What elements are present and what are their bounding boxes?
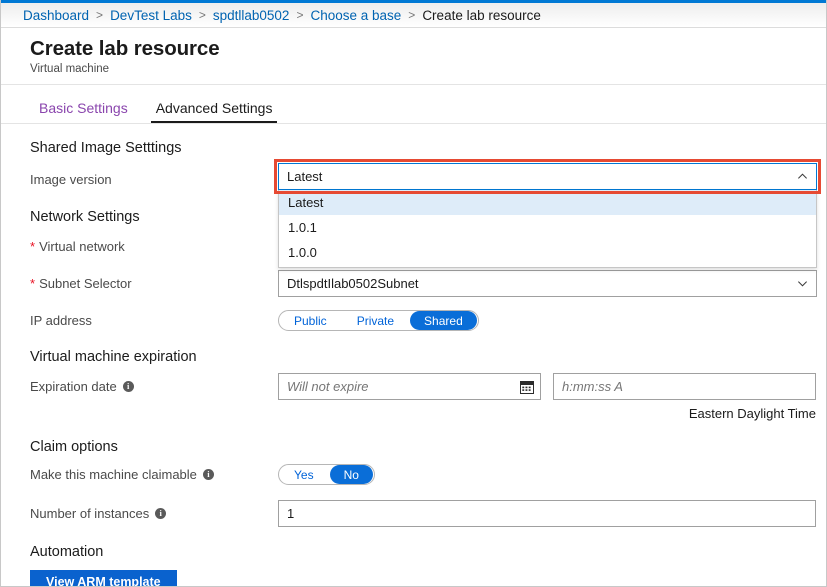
timezone-note: Eastern Daylight Time	[688, 406, 816, 422]
info-icon[interactable]: i	[202, 469, 214, 481]
section-heading-expiration: Virtual machine expiration	[30, 349, 197, 366]
field-row-ip-address: IP address Public Private Shared	[1, 309, 826, 332]
label-text-expiration-date: Expiration date	[30, 379, 117, 395]
image-version-select[interactable]: Latest	[278, 163, 817, 190]
ip-option-private[interactable]: Private	[343, 311, 408, 330]
label-text-claimable: Make this machine claimable	[30, 467, 197, 483]
label-ip-address: IP address	[30, 313, 92, 329]
view-arm-template-button[interactable]: View ARM template	[30, 570, 177, 586]
image-version-option-list: Latest 1.0.1 1.0.0	[278, 190, 817, 268]
breadcrumb-item-lab[interactable]: spdtllab0502	[213, 8, 290, 23]
expiration-date-control: Will not expire	[278, 373, 541, 401]
label-virtual-network: * Virtual network	[30, 239, 278, 254]
tab-bar: Basic Settings Advanced Settings	[1, 85, 826, 125]
section-heading-shared-image: Shared Image Setttings	[30, 140, 182, 157]
automation-actions: View ARM template	[1, 570, 826, 586]
field-row-expiration-date: Expiration date i Will not expire h:mm:s…	[1, 373, 826, 401]
label-text-subnet-selector: Subnet Selector	[39, 276, 132, 292]
label-claimable: Make this machine claimable i	[30, 467, 278, 482]
breadcrumb-separator: >	[408, 8, 416, 22]
image-version-option-latest[interactable]: Latest	[279, 190, 816, 215]
instances-input[interactable]: 1	[278, 500, 816, 528]
info-icon[interactable]: i	[122, 381, 134, 393]
page-header: Create lab resource Virtual machine	[1, 28, 826, 86]
label-subnet-selector: * Subnet Selector	[30, 276, 278, 291]
field-row-claimable: Make this machine claimable i Yes No	[1, 463, 826, 486]
expiration-time-control: h:mm:ss A	[553, 373, 816, 401]
label-text-instances: Number of instances	[30, 506, 150, 522]
claimable-option-no[interactable]: No	[329, 465, 373, 485]
breadcrumb-separator: >	[96, 8, 104, 22]
breadcrumb-item-dashboard[interactable]: Dashboard	[23, 8, 89, 23]
claimable-option-yes[interactable]: Yes	[280, 465, 328, 484]
breadcrumb-separator: >	[296, 8, 304, 22]
label-expiration-date: Expiration date i	[30, 379, 278, 394]
expiration-date-input[interactable]: Will not expire	[278, 373, 541, 401]
label-instances: Number of instances i	[30, 506, 278, 521]
breadcrumb: Dashboard > DevTest Labs > spdtllab0502 …	[1, 0, 826, 28]
label-text-virtual-network: Virtual network	[39, 239, 125, 255]
required-marker: *	[30, 239, 36, 255]
instances-control: 1	[278, 500, 816, 528]
expiration-time-input[interactable]: h:mm:ss A	[553, 373, 816, 401]
ip-option-shared[interactable]: Shared	[410, 311, 477, 331]
field-row-subnet-selector: * Subnet Selector DtlspdtIlab0502Subnet	[1, 270, 826, 298]
breadcrumb-item-choose-a-base[interactable]: Choose a base	[310, 8, 401, 23]
chevron-up-icon	[798, 173, 807, 179]
ip-option-public[interactable]: Public	[280, 311, 341, 330]
section-heading-claim-options: Claim options	[30, 439, 118, 456]
calendar-icon[interactable]	[520, 380, 534, 394]
subnet-selector-dropdown[interactable]: DtlspdtIlab0502Subnet	[278, 270, 817, 298]
page-title: Create lab resource	[30, 37, 220, 60]
timezone-note-row: Eastern Daylight Time	[1, 406, 826, 421]
image-version-option-1-0-0[interactable]: 1.0.0	[279, 240, 816, 265]
image-version-value: Latest	[287, 169, 323, 184]
tab-basic-settings[interactable]: Basic Settings	[34, 100, 133, 123]
image-version-option-1-0-1[interactable]: 1.0.1	[279, 215, 816, 240]
subnet-selector-value: DtlspdtIlab0502Subnet	[287, 276, 419, 292]
breadcrumb-item-current: Create lab resource	[422, 7, 541, 23]
page-subtitle: Virtual machine	[30, 63, 110, 76]
field-row-instances: Number of instances i 1	[1, 500, 826, 528]
ip-address-toggle[interactable]: Public Private Shared	[278, 310, 479, 332]
chevron-down-icon	[798, 281, 807, 287]
info-icon[interactable]: i	[155, 508, 167, 520]
required-marker: *	[30, 276, 36, 292]
claimable-toggle[interactable]: Yes No	[278, 464, 375, 486]
section-heading-automation: Automation	[30, 544, 104, 561]
subnet-selector-control: DtlspdtIlab0502Subnet	[278, 270, 817, 298]
image-version-combobox: Latest Latest 1.0.1 1.0.0	[274, 159, 821, 268]
breadcrumb-separator: >	[198, 8, 206, 22]
create-lab-resource-page: Dashboard > DevTest Labs > spdtllab0502 …	[0, 0, 827, 587]
tab-advanced-settings[interactable]: Advanced Settings	[150, 100, 278, 124]
breadcrumb-item-devtest-labs[interactable]: DevTest Labs	[110, 8, 192, 23]
label-image-version: Image version	[30, 172, 112, 188]
